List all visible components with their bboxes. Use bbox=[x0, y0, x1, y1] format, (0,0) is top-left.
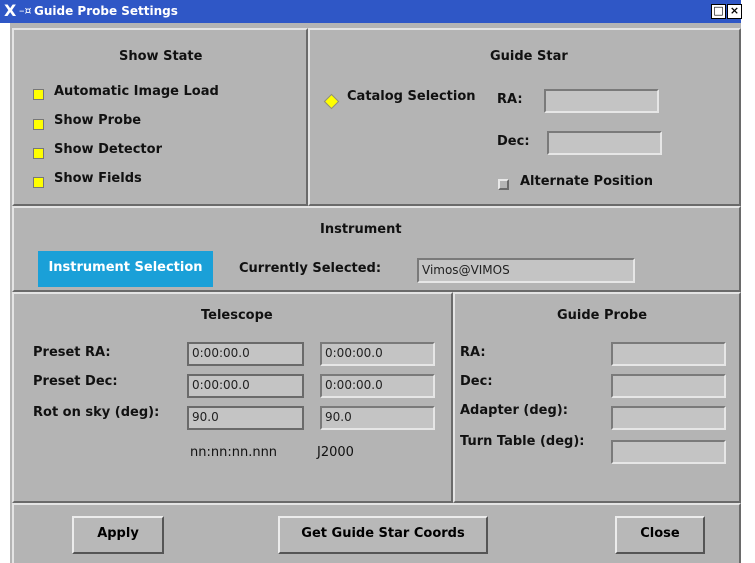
currently-selected-field: Vimos@VIMOS bbox=[417, 258, 635, 283]
close-button[interactable]: Close bbox=[615, 516, 705, 554]
probe-ra-field bbox=[611, 342, 726, 366]
rot-on-sky-input[interactable]: 90.0 bbox=[187, 406, 304, 430]
instrument-selection-button[interactable]: Instrument Selection bbox=[38, 251, 213, 287]
get-guide-star-coords-button[interactable]: Get Guide Star Coords bbox=[278, 516, 488, 554]
turn-table-label: Turn Table (deg): bbox=[460, 434, 585, 449]
button-bar: Apply Get Guide Star Coords Close bbox=[12, 503, 741, 563]
automatic-image-load-checkbox[interactable] bbox=[33, 89, 44, 100]
show-detector-label: Show Detector bbox=[54, 142, 162, 157]
window-title: Guide Probe Settings bbox=[34, 4, 178, 18]
telescope-panel: Telescope Preset RA: 0:00:00.0 0:00:00.0… bbox=[12, 292, 453, 503]
title-bar[interactable]: X –¤ Guide Probe Settings □ × bbox=[0, 0, 742, 23]
maximize-button[interactable]: □ bbox=[711, 4, 726, 19]
preset-ra-readout: 0:00:00.0 bbox=[320, 342, 435, 366]
guide-star-panel: Guide Star Catalog Selection RA: Dec: Al… bbox=[308, 28, 741, 206]
show-fields-checkbox[interactable] bbox=[33, 177, 44, 188]
guide-star-header: Guide Star bbox=[490, 49, 568, 64]
guide-star-ra-field[interactable] bbox=[544, 89, 659, 113]
preset-ra-input[interactable]: 0:00:00.0 bbox=[187, 342, 304, 366]
dec-label: Dec: bbox=[497, 134, 530, 149]
alternate-position-label: Alternate Position bbox=[520, 174, 654, 189]
dialog-body: Show State Automatic Image Load Show Pro… bbox=[10, 23, 741, 563]
close-window-button[interactable]: × bbox=[727, 4, 742, 19]
automatic-image-load-label: Automatic Image Load bbox=[54, 84, 219, 99]
catalog-selection-radio[interactable] bbox=[323, 93, 340, 110]
window-menu-icon[interactable]: –¤ bbox=[19, 4, 32, 17]
rot-on-sky-readout: 90.0 bbox=[320, 406, 435, 430]
show-probe-label: Show Probe bbox=[54, 113, 142, 128]
probe-dec-field bbox=[611, 374, 726, 398]
adapter-label: Adapter (deg): bbox=[460, 403, 568, 418]
instrument-panel: Instrument Instrument Selection Currentl… bbox=[12, 206, 741, 292]
x-logo-icon: X bbox=[4, 1, 17, 20]
preset-dec-label: Preset Dec: bbox=[33, 374, 118, 389]
guide-probe-settings-window: X –¤ Guide Probe Settings □ × Show State… bbox=[0, 0, 755, 563]
probe-ra-label: RA: bbox=[460, 345, 486, 360]
probe-dec-label: Dec: bbox=[460, 374, 493, 389]
show-fields-label: Show Fields bbox=[54, 171, 142, 186]
guide-probe-panel: Guide Probe RA: Dec: Adapter (deg): Turn… bbox=[453, 292, 741, 503]
show-state-header: Show State bbox=[119, 49, 203, 64]
show-state-panel: Show State Automatic Image Load Show Pro… bbox=[12, 28, 308, 206]
adapter-field bbox=[611, 406, 726, 430]
guide-probe-header: Guide Probe bbox=[557, 308, 648, 323]
alternate-position-checkbox[interactable] bbox=[498, 179, 509, 190]
instrument-header: Instrument bbox=[320, 222, 402, 237]
preset-dec-input[interactable]: 0:00:00.0 bbox=[187, 374, 304, 398]
preset-dec-readout: 0:00:00.0 bbox=[320, 374, 435, 398]
preset-ra-label: Preset RA: bbox=[33, 345, 111, 360]
apply-button[interactable]: Apply bbox=[72, 516, 164, 554]
epoch-note: J2000 bbox=[317, 445, 354, 460]
ra-label: RA: bbox=[497, 92, 523, 107]
show-probe-checkbox[interactable] bbox=[33, 119, 44, 130]
turn-table-field bbox=[611, 440, 726, 464]
rot-on-sky-label: Rot on sky (deg): bbox=[33, 405, 160, 420]
catalog-selection-label: Catalog Selection bbox=[347, 89, 476, 104]
show-detector-checkbox[interactable] bbox=[33, 148, 44, 159]
guide-star-dec-field[interactable] bbox=[547, 131, 662, 155]
format-note: nn:nn:nn.nnn bbox=[190, 445, 278, 460]
currently-selected-label: Currently Selected: bbox=[239, 261, 382, 276]
telescope-header: Telescope bbox=[201, 308, 273, 323]
